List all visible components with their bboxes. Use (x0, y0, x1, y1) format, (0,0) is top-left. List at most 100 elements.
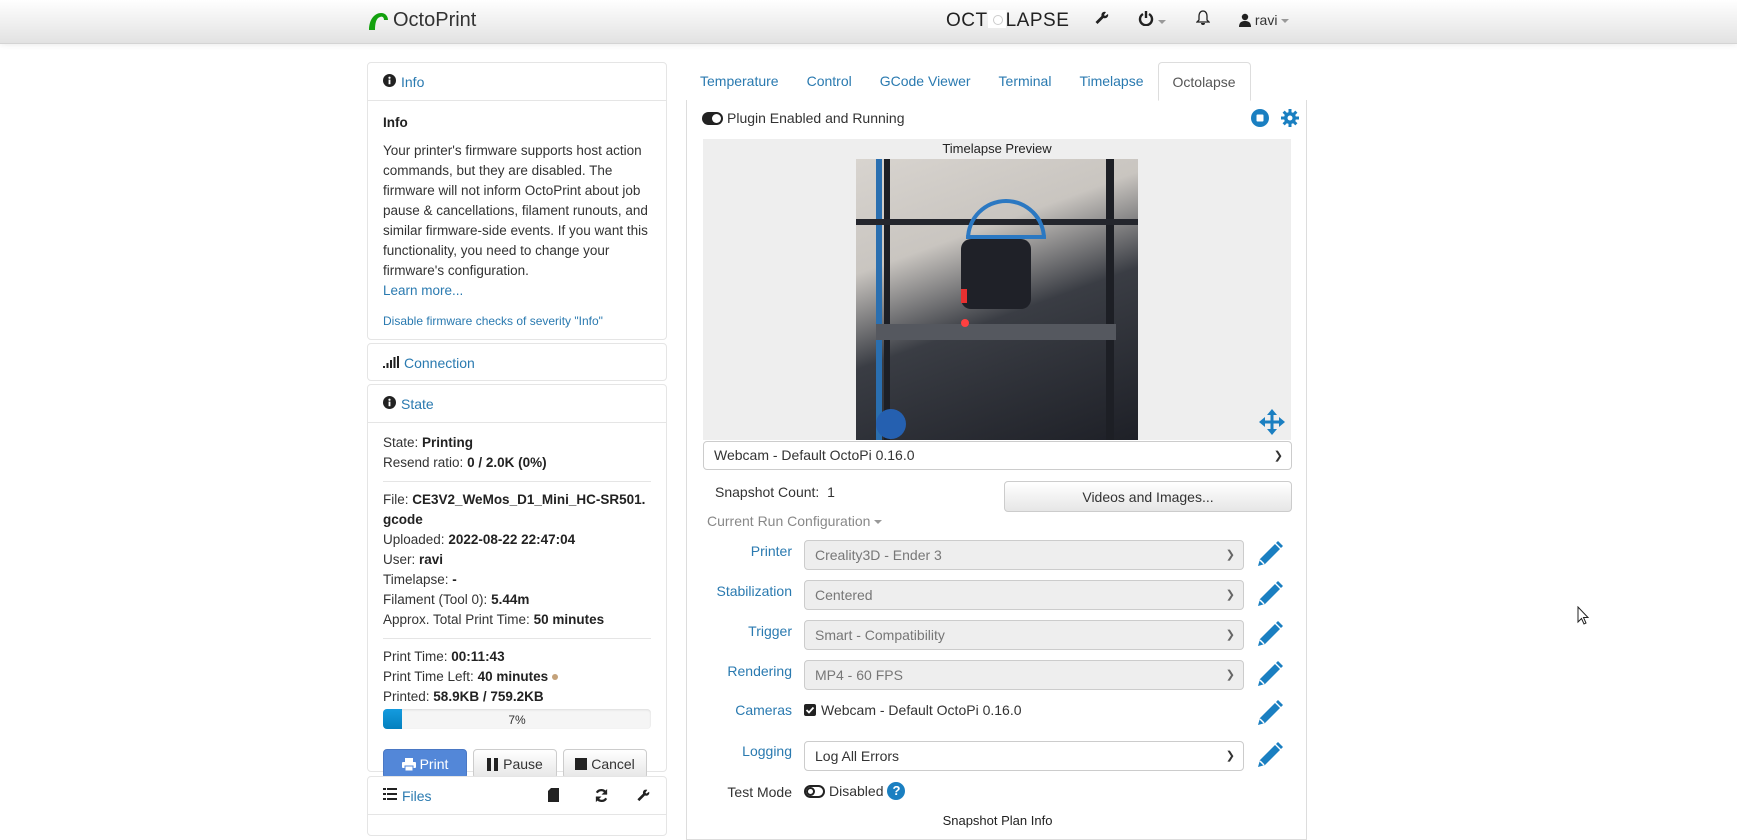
file-row: File: CE3V2_WeMos_D1_Mini_HC-SR501.gcode (383, 492, 646, 527)
files-panel-title: Files (402, 787, 432, 804)
octolapse-logo[interactable]: OCT LAPSE (946, 10, 1069, 32)
edit-printer-pencil-icon[interactable] (1253, 539, 1285, 571)
edit-cameras-pencil-icon[interactable] (1253, 698, 1285, 730)
stabilization-label[interactable]: Stabilization (687, 583, 793, 599)
videos-and-images-button[interactable]: Videos and Images... (1004, 481, 1292, 512)
user-row: User: ravi (383, 552, 444, 567)
approx-time-row: Approx. Total Print Time: 50 minutes (383, 612, 605, 627)
timelapse-row: Timelapse: - (383, 572, 457, 587)
info-heading: Info (383, 115, 408, 130)
info-circle-icon (383, 73, 396, 90)
octolapse-logo-o-icon (987, 10, 1006, 28)
state-panel: State State: Printing Resend ratio: 0 / … (367, 384, 667, 779)
pause-button[interactable]: Pause (473, 749, 557, 779)
print-progress-bar: 7% (383, 709, 651, 729)
octolapse-logo-left: OCT (946, 10, 988, 31)
trigger-value: Smart - Compatibility (815, 627, 945, 643)
chevron-down-icon (1281, 19, 1290, 24)
power-icon (1138, 11, 1154, 27)
info-panel-header[interactable]: Info (368, 63, 666, 101)
camera-checkbox[interactable] (804, 704, 816, 716)
test-mode-label: Test Mode (727, 784, 792, 800)
power-menu[interactable] (1138, 10, 1166, 31)
stop-icon (575, 758, 588, 770)
refresh-icon[interactable] (594, 788, 609, 806)
trigger-select[interactable]: Smart - Compatibility ❯ (804, 620, 1244, 650)
test-mode-value: Disabled (829, 783, 884, 799)
octoprint-logo-icon (369, 12, 388, 30)
info-panel-title: Info (401, 73, 425, 90)
user-menu[interactable]: ravi (1239, 12, 1290, 28)
files-panel: Files (367, 776, 667, 836)
octolapse-tab-content: Plugin Enabled and Running Timelapse Pre… (686, 100, 1307, 840)
printer-value: Creality3D - Ender 3 (815, 547, 942, 563)
pause-icon (487, 757, 499, 771)
rendering-select[interactable]: MP4 - 60 FPS ❯ (804, 660, 1244, 690)
chevron-down-icon (1158, 19, 1166, 24)
edit-rendering-pencil-icon[interactable] (1253, 659, 1285, 691)
chevron-down-icon (874, 520, 883, 525)
bell-icon[interactable] (1195, 10, 1211, 31)
tab-timelapse[interactable]: Timelapse (1065, 62, 1157, 101)
timelapse-preview: Timelapse Preview (703, 139, 1291, 440)
rendering-label[interactable]: Rendering (687, 663, 792, 679)
list-icon (383, 788, 397, 803)
divider (383, 481, 651, 482)
connection-panel-header[interactable]: Connection (368, 344, 666, 382)
stabilization-select[interactable]: Centered ❯ (804, 580, 1244, 610)
trigger-label[interactable]: Trigger (687, 623, 792, 639)
tab-octolapse[interactable]: Octolapse (1157, 62, 1251, 101)
toggle-on-icon[interactable] (702, 111, 723, 125)
test-mode-toggle[interactable]: Disabled ? (804, 782, 906, 800)
chevron-down-icon: ❯ (1225, 549, 1235, 561)
print-button[interactable]: Print (383, 749, 467, 779)
logging-label: Logging (742, 743, 792, 759)
wrench-icon[interactable] (636, 788, 651, 806)
current-run-config-toggle[interactable]: Current Run Configuration (707, 513, 883, 529)
chevron-down-icon: ❯ (1225, 589, 1235, 601)
printer-label[interactable]: Printer (687, 543, 792, 559)
uploaded-row: Uploaded: 2022-08-22 22:47:04 (383, 532, 576, 547)
user-name: ravi (1254, 12, 1278, 28)
info-circle-icon (383, 395, 396, 412)
gear-icon[interactable] (1281, 109, 1299, 130)
connection-panel-title: Connection (404, 355, 475, 371)
connection-panel: Connection (367, 343, 667, 381)
edit-trigger-pencil-icon[interactable] (1253, 619, 1285, 651)
tab-bar: Temperature Control GCode Viewer Termina… (686, 62, 1251, 101)
octolapse-logo-right: LAPSE (1005, 10, 1070, 31)
printer-select[interactable]: Creality3D - Ender 3 ❯ (804, 540, 1244, 570)
logging-select[interactable]: Log All Errors ❯ (804, 741, 1244, 771)
camera-select[interactable]: Webcam - Default OctoPi 0.16.0 ❯ (703, 441, 1292, 470)
estimate-dot-icon[interactable] (551, 674, 558, 681)
tab-terminal[interactable]: Terminal (985, 62, 1066, 101)
plugin-status: Plugin Enabled and Running (702, 110, 904, 126)
move-arrows-icon[interactable] (1259, 409, 1285, 438)
check-icon (805, 706, 815, 714)
info-message: Your printer's firmware supports host ac… (383, 143, 648, 278)
sd-card-icon[interactable] (548, 788, 559, 805)
learn-more-link[interactable]: Learn more... (383, 283, 463, 298)
files-panel-header[interactable]: Files (368, 777, 666, 815)
stop-circle-icon[interactable] (1251, 109, 1269, 130)
edit-stabilization-pencil-icon[interactable] (1253, 579, 1285, 611)
camera-name: Webcam - Default OctoPi 0.16.0 (821, 702, 1022, 718)
tab-control[interactable]: Control (793, 62, 866, 101)
mouse-cursor-icon (1577, 606, 1590, 625)
toggle-off-icon (804, 784, 825, 798)
divider (383, 638, 651, 639)
cancel-button[interactable]: Cancel (563, 749, 647, 779)
tab-temperature[interactable]: Temperature (686, 62, 793, 101)
edit-logging-pencil-icon[interactable] (1253, 740, 1285, 772)
tab-gcode-viewer[interactable]: GCode Viewer (866, 62, 985, 101)
filament-row: Filament (Tool 0): 5.44m (383, 592, 530, 607)
brand-link[interactable]: OctoPrint (367, 9, 476, 32)
disable-firmware-checks-link[interactable]: Disable firmware checks of severity "Inf… (383, 314, 603, 328)
chevron-down-icon: ❯ (1225, 750, 1235, 762)
wrench-icon[interactable] (1094, 10, 1110, 31)
stabilization-value: Centered (815, 587, 873, 603)
chevron-down-icon: ❯ (1225, 669, 1235, 681)
signal-icon (383, 355, 399, 371)
help-icon[interactable]: ? (887, 782, 906, 800)
state-panel-header[interactable]: State (368, 385, 666, 423)
